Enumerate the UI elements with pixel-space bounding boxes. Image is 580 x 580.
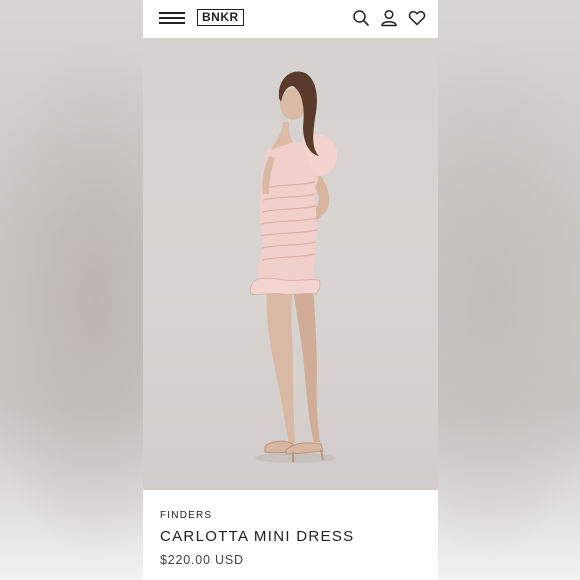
product-title[interactable]: CARLOTTA MINI DRESS xyxy=(160,528,354,545)
phone-screen: BNKR FINDERS CARLOTTA MINI DRESS $220.00… xyxy=(143,0,438,580)
account-icon[interactable] xyxy=(380,9,398,27)
product-price: $220.00 USD xyxy=(160,553,244,567)
wishlist-heart-icon[interactable] xyxy=(408,9,426,27)
header-icons xyxy=(352,9,432,27)
product-info: FINDERS CARLOTTA MINI DRESS $220.00 USD xyxy=(143,490,438,580)
brand-logo[interactable]: BNKR xyxy=(197,9,244,26)
product-brand[interactable]: FINDERS xyxy=(160,510,212,521)
product-image[interactable] xyxy=(143,38,438,490)
top-navigation-bar: BNKR xyxy=(143,0,438,39)
menu-icon[interactable] xyxy=(159,11,185,25)
model-illustration xyxy=(249,71,338,463)
search-icon[interactable] xyxy=(352,9,370,27)
